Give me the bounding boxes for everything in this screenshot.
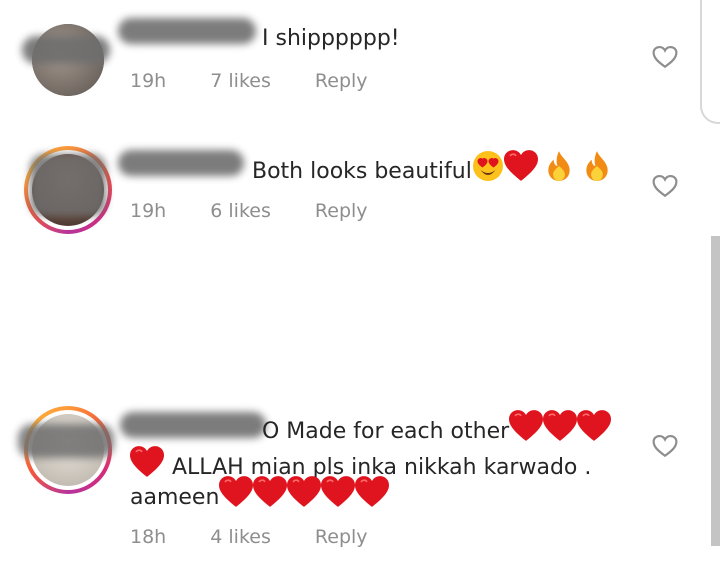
red-heart-emoji — [543, 410, 577, 442]
redacted-username — [120, 412, 266, 438]
comment-meta: 19h 7 likes Reply — [130, 70, 406, 92]
like-heart-outline-icon[interactable] — [652, 434, 678, 458]
like-heart-outline-icon[interactable] — [652, 174, 678, 198]
redacted-avatar-overlay — [30, 154, 106, 216]
comment-likes[interactable]: 4 likes — [210, 526, 271, 548]
comment-body-3: aameen — [130, 485, 220, 510]
comment-meta: 19h 6 likes Reply — [130, 200, 406, 222]
comment-1: I shipppppp! 19h 7 likes Reply — [0, 0, 720, 120]
comment-2: Both looks beautiful 19h 6 likes Reply — [0, 120, 720, 260]
comment-body: I shipppppp! — [262, 26, 400, 51]
red-heart-emoji — [130, 446, 164, 478]
comment-text: Both looks beautiful — [252, 150, 610, 189]
comment-likes[interactable]: 7 likes — [210, 70, 271, 92]
red-heart-emoji — [577, 410, 611, 442]
comment-text-line-1: O Made for each other — [262, 410, 611, 449]
reply-button[interactable]: Reply — [315, 200, 368, 222]
comment-text-line-3: aameen — [130, 476, 389, 515]
comment-body: O Made for each other — [262, 419, 510, 444]
comment-time: 19h — [130, 70, 167, 92]
redacted-username — [118, 150, 244, 176]
red-heart-emoji — [504, 150, 538, 182]
red-heart-emoji — [355, 476, 389, 508]
like-heart-outline-icon[interactable] — [652, 45, 678, 69]
comment-likes[interactable]: 6 likes — [210, 200, 271, 222]
comment-body: Both looks beautiful — [252, 159, 472, 184]
reply-button[interactable]: Reply — [315, 70, 368, 92]
redacted-avatar-overlay — [22, 36, 110, 64]
comment-time: 18h — [130, 526, 167, 548]
fire-emoji — [584, 150, 610, 182]
comment-time: 19h — [130, 200, 167, 222]
redacted-username — [118, 18, 256, 44]
red-heart-emoji — [321, 476, 355, 508]
heart-eyes-emoji — [472, 150, 504, 182]
red-heart-emoji — [509, 410, 543, 442]
red-heart-emoji — [219, 476, 253, 508]
comment-3: O Made for each other ALLAH mian pls ink… — [0, 380, 720, 580]
red-heart-emoji — [287, 476, 321, 508]
comment-text: I shipppppp! — [262, 22, 400, 56]
comment-meta: 18h 4 likes Reply — [130, 526, 406, 548]
redacted-avatar-overlay — [18, 424, 114, 458]
fire-emoji — [546, 150, 572, 182]
red-heart-emoji — [253, 476, 287, 508]
reply-button[interactable]: Reply — [315, 526, 368, 548]
